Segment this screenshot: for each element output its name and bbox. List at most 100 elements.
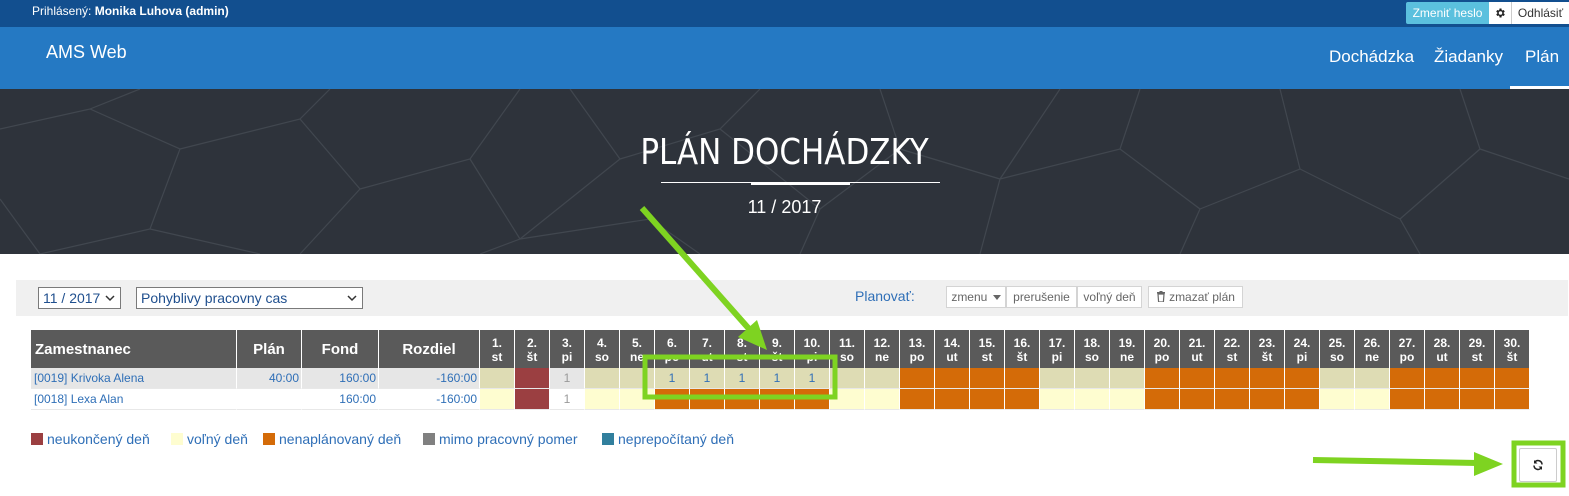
day-cell[interactable] <box>1145 368 1180 389</box>
change-password-button[interactable]: Zmeniť heslo <box>1406 2 1489 24</box>
header-day[interactable]: 8. st <box>725 330 760 368</box>
header-day[interactable]: 27. po <box>1390 330 1425 368</box>
day-cell[interactable] <box>1250 389 1285 410</box>
day-cell[interactable]: 1 <box>795 368 830 389</box>
header-day[interactable]: 13. po <box>900 330 935 368</box>
day-cell[interactable] <box>830 389 865 410</box>
header-plan[interactable]: Plán <box>237 330 302 368</box>
day-cell[interactable] <box>620 389 655 410</box>
day-cell[interactable]: 1 <box>690 368 725 389</box>
day-cell[interactable] <box>1460 389 1495 410</box>
day-cell[interactable] <box>1075 389 1110 410</box>
header-day[interactable]: 4. so <box>585 330 620 368</box>
day-cell[interactable] <box>1110 389 1145 410</box>
header-day[interactable]: 7. ut <box>690 330 725 368</box>
nav-item-ziadanky[interactable]: Žiadanky <box>1434 47 1503 67</box>
header-day[interactable]: 6. po <box>655 330 690 368</box>
delete-plan-button[interactable]: zmazať plán <box>1148 286 1243 308</box>
day-cell[interactable] <box>970 368 1005 389</box>
day-cell[interactable] <box>1495 368 1530 389</box>
settings-button[interactable] <box>1489 2 1512 24</box>
day-cell[interactable]: 1 <box>760 368 795 389</box>
day-cell[interactable] <box>830 368 865 389</box>
day-cell[interactable] <box>900 368 935 389</box>
day-cell[interactable] <box>1390 368 1425 389</box>
brand-logo[interactable]: AMS Web <box>46 42 127 63</box>
nav-item-plan[interactable]: Plán <box>1525 47 1559 67</box>
day-cell[interactable]: 1 <box>655 368 690 389</box>
day-cell[interactable] <box>480 368 515 389</box>
day-cell[interactable] <box>655 389 690 410</box>
header-day[interactable]: 22. st <box>1215 330 1250 368</box>
plan-break-button[interactable]: prerušenie <box>1006 286 1077 308</box>
day-cell[interactable] <box>795 389 830 410</box>
refresh-button[interactable] <box>1519 448 1557 482</box>
header-day[interactable]: 16. št <box>1005 330 1040 368</box>
day-cell[interactable] <box>1355 389 1390 410</box>
day-cell[interactable] <box>1460 368 1495 389</box>
header-employee[interactable]: Zamestnanec <box>31 330 237 368</box>
header-day[interactable]: 18. so <box>1075 330 1110 368</box>
header-day[interactable]: 21. ut <box>1180 330 1215 368</box>
day-cell[interactable] <box>1180 389 1215 410</box>
header-day[interactable]: 17. pi <box>1040 330 1075 368</box>
day-cell[interactable] <box>1425 368 1460 389</box>
day-cell[interactable] <box>585 368 620 389</box>
day-cell[interactable] <box>1355 368 1390 389</box>
header-day[interactable]: 26. ne <box>1355 330 1390 368</box>
day-cell[interactable] <box>935 368 970 389</box>
day-cell[interactable] <box>1040 389 1075 410</box>
header-day[interactable]: 30. št <box>1495 330 1530 368</box>
logout-button[interactable]: Odhlásiť <box>1512 2 1569 24</box>
day-cell[interactable]: 1 <box>550 389 585 410</box>
header-day[interactable]: 24. pi <box>1285 330 1320 368</box>
month-select[interactable]: 11 / 2017 <box>38 287 121 309</box>
day-cell[interactable] <box>1180 368 1215 389</box>
day-cell[interactable] <box>1145 389 1180 410</box>
header-difference[interactable]: Rozdiel <box>379 330 480 368</box>
day-cell[interactable] <box>865 389 900 410</box>
day-cell[interactable] <box>1320 389 1355 410</box>
header-day[interactable]: 19. ne <box>1110 330 1145 368</box>
day-cell[interactable] <box>760 389 795 410</box>
header-day[interactable]: 1. st <box>480 330 515 368</box>
plan-shift-dropdown[interactable]: zmenu <box>946 286 1006 308</box>
header-day[interactable]: 11. so <box>830 330 865 368</box>
day-cell[interactable] <box>1285 389 1320 410</box>
header-day[interactable]: 12. ne <box>865 330 900 368</box>
day-cell[interactable] <box>1250 368 1285 389</box>
header-day[interactable]: 25. so <box>1320 330 1355 368</box>
header-day[interactable]: 3. pi <box>550 330 585 368</box>
day-cell[interactable] <box>1005 389 1040 410</box>
day-cell[interactable] <box>900 389 935 410</box>
header-day[interactable]: 23. št <box>1250 330 1285 368</box>
day-cell[interactable] <box>970 389 1005 410</box>
day-cell[interactable] <box>515 389 550 410</box>
day-cell[interactable] <box>1110 368 1145 389</box>
day-cell[interactable] <box>690 389 725 410</box>
plan-free-day-button[interactable]: voľný deň <box>1077 286 1142 308</box>
day-cell[interactable] <box>1425 389 1460 410</box>
day-cell[interactable] <box>1215 389 1250 410</box>
day-cell[interactable] <box>515 368 550 389</box>
day-cell[interactable] <box>1320 368 1355 389</box>
employee-name-link[interactable]: [0019] Krivoka Alena <box>31 368 237 389</box>
header-day[interactable]: 10. pi <box>795 330 830 368</box>
day-cell[interactable] <box>585 389 620 410</box>
day-cell[interactable] <box>865 368 900 389</box>
day-cell[interactable] <box>1005 368 1040 389</box>
header-day[interactable]: 29. st <box>1460 330 1495 368</box>
day-cell[interactable] <box>725 389 760 410</box>
day-cell[interactable] <box>1390 389 1425 410</box>
day-cell[interactable] <box>1215 368 1250 389</box>
day-cell[interactable] <box>1075 368 1110 389</box>
header-day[interactable]: 2. št <box>515 330 550 368</box>
schedule-select[interactable]: Pohyblivy pracovny cas <box>136 287 363 309</box>
header-fund[interactable]: Fond <box>302 330 379 368</box>
header-day[interactable]: 28. ut <box>1425 330 1460 368</box>
day-cell[interactable] <box>1040 368 1075 389</box>
day-cell[interactable] <box>935 389 970 410</box>
employee-name-link[interactable]: [0018] Lexa Alan <box>31 389 237 410</box>
nav-item-dochadzka[interactable]: Dochádzka <box>1329 47 1414 67</box>
day-cell[interactable] <box>1285 368 1320 389</box>
